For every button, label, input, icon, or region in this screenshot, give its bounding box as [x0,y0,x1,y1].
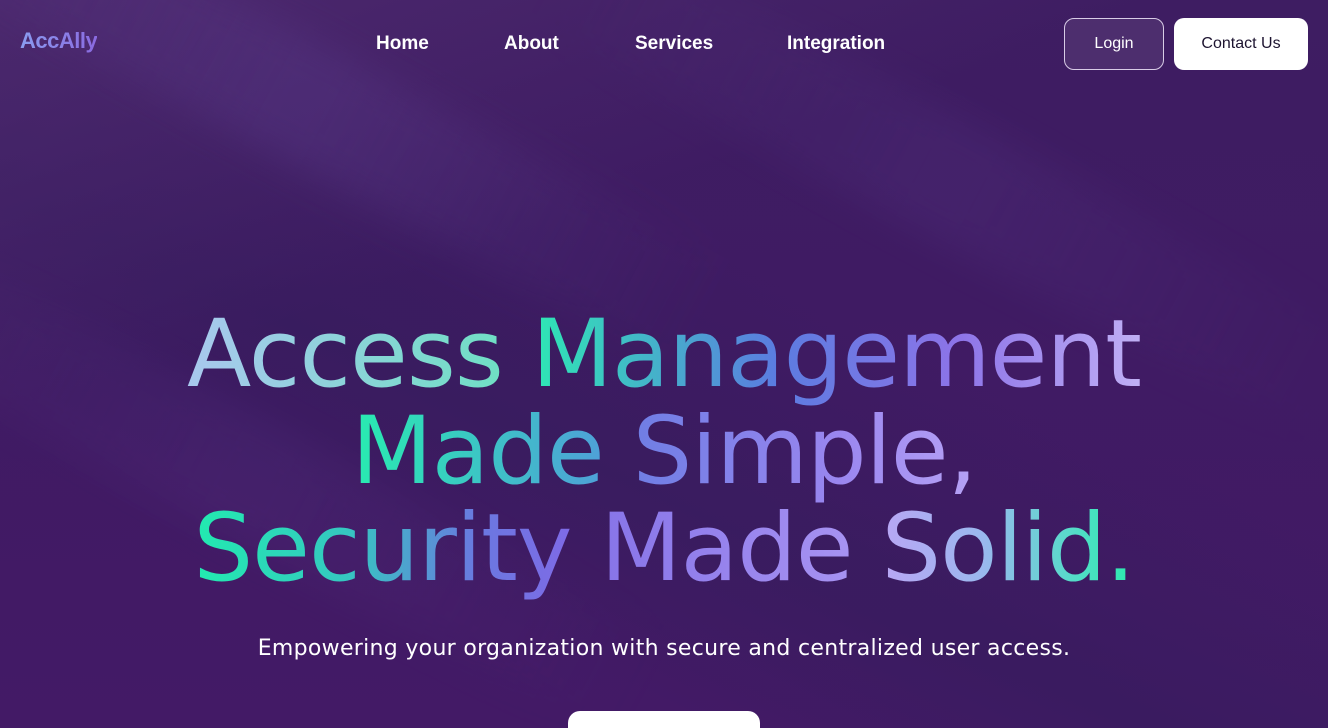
hero-title: Access Management Made Simple, Security … [0,306,1328,597]
hero-word-access: Access [187,300,504,409]
brand-logo[interactable]: AccAlly [20,28,98,54]
nav-item-home[interactable]: Home [376,33,429,55]
hero-word-made: Made [600,494,853,603]
contact-us-button[interactable]: Contact Us [1174,18,1308,70]
hero-word-solid: Solid. [881,494,1136,603]
hero-title-line: Security Made Solid. [0,500,1328,597]
nav-item-integration[interactable]: Integration [787,33,885,55]
hero-subtitle: Empowering your organization with secure… [257,636,1071,661]
hero-title-line: Access Management [0,306,1328,403]
hero-word-security: Security [193,494,573,603]
hero-title-line: Made Simple, [0,403,1328,500]
nav-item-about[interactable]: About [504,33,559,55]
hero-word-simple: Simple, [632,397,978,506]
login-button[interactable]: Login [1064,18,1164,70]
hero-word-management: Management [531,300,1142,409]
site-header: AccAlly Home About Services Integration … [0,18,1328,70]
hero-cta-button[interactable] [568,711,760,728]
nav-item-services[interactable]: Services [635,33,713,55]
hero-word-made: Made [351,397,605,506]
